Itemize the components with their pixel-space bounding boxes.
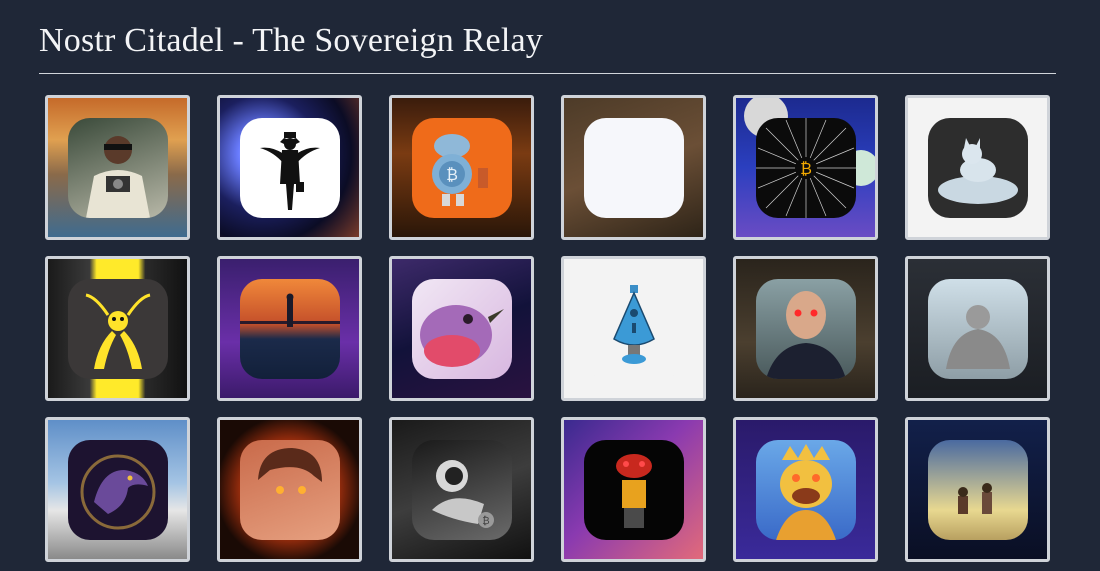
svg-text:₿: ₿ xyxy=(446,165,458,184)
profile-avatar: ₿ xyxy=(412,440,512,540)
title-divider xyxy=(39,73,1056,74)
profile-tile-6[interactable] xyxy=(905,95,1050,240)
winged-businessman-icon xyxy=(260,132,320,210)
profile-tile-15[interactable]: ₿ xyxy=(389,417,534,562)
bitcoin-mascot-icon: ₿ xyxy=(432,134,488,206)
profile-avatar xyxy=(756,279,856,379)
crowned-character-icon xyxy=(776,444,836,540)
astronaut-icon: ₿ xyxy=(432,460,494,528)
profile-tile-1[interactable] xyxy=(45,95,190,240)
profile-avatar xyxy=(68,279,168,379)
profile-avatar xyxy=(240,118,340,218)
profile-tile-12[interactable] xyxy=(905,256,1050,401)
profile-tile-5[interactable]: ₿ xyxy=(733,95,878,240)
portrait-man-icon xyxy=(258,448,322,494)
profile-tile-7[interactable] xyxy=(45,256,190,401)
eagle-emblem-icon xyxy=(80,454,156,530)
profile-avatar xyxy=(584,440,684,540)
purple-bird-icon xyxy=(420,305,504,367)
man-with-camera-icon xyxy=(86,136,150,218)
profile-avatar xyxy=(240,279,340,379)
profile-tile-4[interactable] xyxy=(561,95,706,240)
cloud-cat-icon xyxy=(938,138,1018,204)
profile-avatar: ₿ xyxy=(412,118,512,218)
profile-grid: ₿ ₿ ₿ xyxy=(45,95,1050,562)
svg-text:₿: ₿ xyxy=(482,515,489,527)
laser-eyes-man-icon xyxy=(766,291,846,379)
profile-avatar: ₿ xyxy=(756,118,856,218)
profile-tile-10[interactable] xyxy=(561,256,706,401)
profile-avatar xyxy=(584,279,684,379)
profile-tile-13[interactable] xyxy=(45,417,190,562)
sunset-silhouette-icon xyxy=(240,293,340,327)
profile-avatar xyxy=(928,440,1028,540)
profile-tile-9[interactable] xyxy=(389,256,534,401)
profile-tile-16[interactable] xyxy=(561,417,706,562)
blue-robot-icon xyxy=(613,285,655,364)
profile-avatar xyxy=(928,279,1028,379)
page-title: Nostr Citadel - The Sovereign Relay xyxy=(39,22,543,59)
profile-tile-11[interactable] xyxy=(733,256,878,401)
profile-avatar xyxy=(240,440,340,540)
profile-avatar xyxy=(584,118,684,218)
profile-avatar xyxy=(412,279,512,379)
profile-tile-2[interactable] xyxy=(217,95,362,240)
svg-text:₿: ₿ xyxy=(800,159,812,178)
buddha-statue-icon xyxy=(946,305,1010,369)
profile-avatar xyxy=(756,440,856,540)
bitcoin-burst-icon: ₿ xyxy=(756,118,856,218)
profile-avatar xyxy=(68,440,168,540)
beach-photo-icon xyxy=(958,483,992,514)
profile-avatar xyxy=(928,118,1028,218)
profile-tile-3[interactable]: ₿ xyxy=(389,95,534,240)
lego-figure-icon xyxy=(616,454,652,528)
profile-avatar xyxy=(68,118,168,218)
profile-tile-14[interactable] xyxy=(217,417,362,562)
profile-tile-18[interactable] xyxy=(905,417,1050,562)
profile-tile-17[interactable] xyxy=(733,417,878,562)
yellow-bug-icon xyxy=(85,293,151,369)
profile-tile-8[interactable] xyxy=(217,256,362,401)
